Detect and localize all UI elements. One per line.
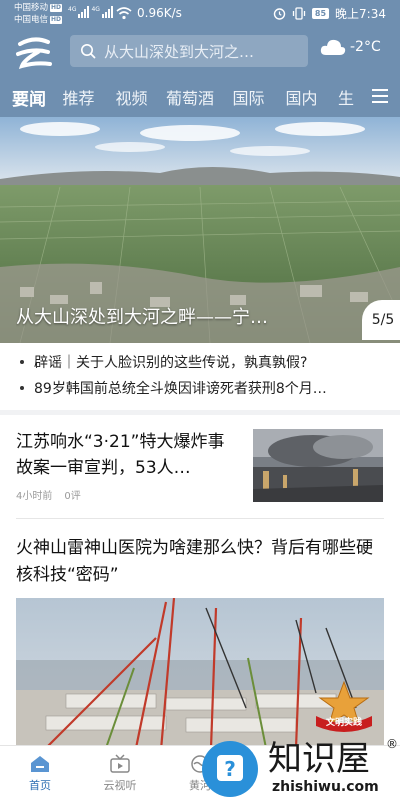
tab-wine[interactable]: 葡萄酒 xyxy=(158,85,222,109)
list-item[interactable]: 辟谣｜关于人脸识别的这些传说，孰真孰假? xyxy=(0,349,400,375)
hero-caption[interactable]: 从大山深处到大河之畔——宁… xyxy=(16,303,306,329)
carrier-1: 中国移动 xyxy=(14,3,49,13)
app-header: 中国移动 HD 中国电信 HD 4G 4G 0.96K/s 85 晚上7:34 从大… xyxy=(0,0,400,117)
network-type: 4G xyxy=(68,6,77,13)
clock: 晚上7:34 xyxy=(335,7,386,21)
watermark: ? 知识屋 ® zhishiwu.com xyxy=(200,731,400,800)
news-thumbnail xyxy=(253,429,383,502)
news-card-title: 江苏响水“3·21”特大爆炸事故案一审宣判，53人… xyxy=(16,432,225,478)
list-item-text: 89岁韩国前总统全斗焕因诽谤死者获刑8个月… xyxy=(34,381,327,397)
weather-temperature: -2°C xyxy=(350,39,381,55)
carrier-info: 中国移动 HD 中国电信 HD xyxy=(14,2,63,26)
watermark-text: 知识屋 xyxy=(268,739,370,779)
search-bar[interactable]: 从大山深处到大河之… xyxy=(70,35,308,67)
watermark-registered: ® xyxy=(386,737,398,751)
wifi-icon xyxy=(116,7,132,20)
svg-text:?: ? xyxy=(224,757,236,781)
search-icon xyxy=(81,44,96,59)
tab-life[interactable]: 生 xyxy=(338,85,364,109)
battery-icon: 85 xyxy=(311,8,330,19)
tv-icon xyxy=(110,754,130,773)
status-bar: 中国移动 HD 中国电信 HD 4G 4G 0.96K/s 85 晚上7:34 xyxy=(0,0,400,28)
bullet-dot xyxy=(20,360,24,364)
carrier-2: 中国电信 xyxy=(14,15,49,25)
hd-badge: HD xyxy=(50,16,63,24)
search-placeholder: 从大山深处到大河之… xyxy=(104,42,255,61)
tab-video[interactable]: 视频 xyxy=(105,85,158,109)
network-speed: 0.96K/s xyxy=(137,6,182,20)
badge-text: 文明实践 xyxy=(325,718,362,728)
news-card-comments: 0评 xyxy=(64,491,81,502)
divider xyxy=(16,518,384,519)
home-icon xyxy=(31,756,49,772)
civilization-practice-badge: 文明实践 xyxy=(312,680,376,732)
menu-icon[interactable] xyxy=(372,89,388,103)
tab-domestic[interactable]: 国内 xyxy=(275,85,328,109)
tab-recommend[interactable]: 推荐 xyxy=(52,85,105,109)
category-tabs: 要闻 推荐 视频 葡萄酒 国际 国内 生 xyxy=(0,78,400,116)
bullet-dot xyxy=(20,386,24,390)
nav-cloud-tv[interactable]: 云视听 xyxy=(80,746,160,800)
network-type: 4G xyxy=(91,6,100,13)
weather-widget[interactable]: -2°C xyxy=(320,38,381,56)
vibrate-icon xyxy=(292,7,306,20)
hd-badge: HD xyxy=(50,4,63,12)
hero-carousel[interactable]: 从大山深处到大河之畔——宁… 5/5 xyxy=(0,117,400,343)
alarm-icon xyxy=(273,8,286,20)
flash-news-list: 辟谣｜关于人脸识别的这些传说，孰真孰假? 89岁韩国前总统全斗焕因诽谤死者获刑8… xyxy=(0,343,400,410)
nav-label: 首页 xyxy=(29,779,51,792)
carousel-counter: 5/5 xyxy=(362,300,400,340)
tab-headlines[interactable]: 要闻 xyxy=(6,85,52,110)
signal-icon: 4G 4G xyxy=(68,6,113,18)
watermark-url: zhishiwu.com xyxy=(272,779,379,795)
app-logo-icon[interactable] xyxy=(14,34,54,70)
nav-home[interactable]: 首页 xyxy=(0,746,80,800)
tab-international[interactable]: 国际 xyxy=(222,85,275,109)
news-card-title[interactable]: 火神山雷神山医院为啥建那么快？背后有哪些硬核科技“密码” xyxy=(16,535,384,589)
nav-label: 云视听 xyxy=(103,779,137,792)
list-item-text: 辟谣｜关于人脸识别的这些传说，孰真孰假? xyxy=(34,355,308,371)
cloud-icon xyxy=(320,39,346,55)
news-card[interactable]: 江苏响水“3·21”特大爆炸事故案一审宣判，53人… 4小时前 0评 xyxy=(0,415,400,518)
news-image[interactable]: 文明实践 xyxy=(16,598,384,750)
news-card-meta: 4小时前 0评 xyxy=(16,487,81,502)
news-card-time: 4小时前 xyxy=(16,491,53,502)
list-item[interactable]: 89岁韩国前总统全斗焕因诽谤死者获刑8个月… xyxy=(0,375,400,401)
